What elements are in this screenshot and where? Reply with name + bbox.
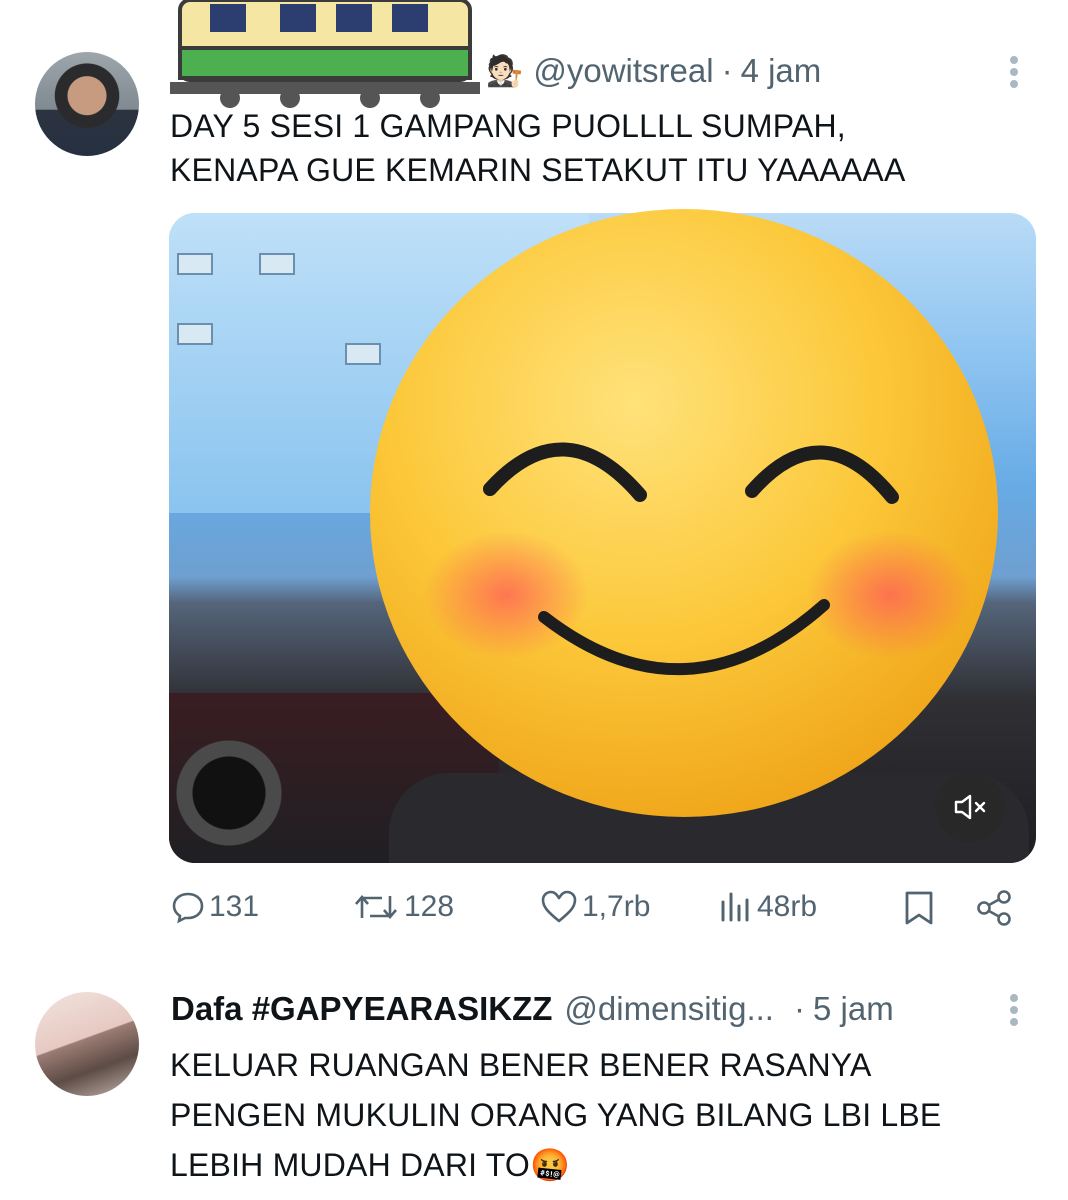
tweet-header: 🧑🏻‍⚖️ @yowitsreal · 4 jam <box>486 52 821 90</box>
reply-button[interactable]: 131 <box>171 890 259 924</box>
smiling-face-emoji <box>370 209 998 817</box>
views-button[interactable]: 48rb <box>719 890 817 924</box>
name-emojis: 🧑🏻‍⚖️ <box>486 54 524 88</box>
retweet-button[interactable]: 128 <box>352 890 454 924</box>
tweet-text-line: DAY 5 SESI 1 GAMPANG PUOLLLL SUMPAH, <box>170 108 846 144</box>
separator: · <box>793 990 805 1027</box>
reply-count: 131 <box>209 890 260 923</box>
tweet-header: Dafa #GAPYEARASIKZZ @dimensitig... · 5 j… <box>171 990 894 1028</box>
tweet-text: KELUAR RUANGAN BENER BENER RASANYA PENGE… <box>170 1040 941 1190</box>
tweet-text-line: KELUAR RUANGAN BENER BENER RASANYA <box>170 1047 872 1083</box>
handle[interactable]: @dimensitig... <box>564 990 774 1028</box>
angry-face-emoji: 🤬 <box>530 1147 571 1183</box>
tweet-text-line: PENGEN MUKULIN ORANG YANG BILANG LBI LBE <box>170 1097 942 1133</box>
timestamp[interactable]: 4 jam <box>741 52 822 90</box>
like-count: 1,7rb <box>582 890 651 923</box>
retweet-count: 128 <box>404 890 455 923</box>
retweet-arrows-icon <box>355 895 397 919</box>
heart-icon <box>541 890 577 923</box>
avatar[interactable] <box>35 52 139 156</box>
muted-speaker-icon[interactable] <box>935 772 1005 842</box>
speech-bubble-icon <box>172 892 204 924</box>
bookmark-button[interactable] <box>903 890 935 931</box>
handle[interactable]: @yowitsreal <box>533 52 713 90</box>
tweet-text-line: LEBIH MUDAH DARI TO <box>170 1147 531 1183</box>
share-nodes-icon <box>977 890 1011 926</box>
more-options-icon[interactable] <box>1009 994 1019 1026</box>
tweet-actions: 131 128 1,7rb 48rb <box>0 890 1068 940</box>
bookmark-icon <box>905 891 933 925</box>
view-count: 48rb <box>757 890 818 923</box>
timestamp[interactable]: 5 jam <box>813 990 894 1028</box>
like-button[interactable]: 1,7rb <box>540 890 650 924</box>
tweet-text-line: KENAPA GUE KEMARIN SETAKUT ITU YAAAAAA <box>170 152 906 188</box>
share-button[interactable] <box>976 890 1014 931</box>
separator: · <box>721 52 733 89</box>
avatar[interactable] <box>35 992 139 1096</box>
train-sticker <box>170 0 480 108</box>
tweet-text: DAY 5 SESI 1 GAMPANG PUOLLLL SUMPAH, KEN… <box>170 104 906 192</box>
more-options-icon[interactable] <box>1009 56 1019 88</box>
bar-chart-icon <box>721 892 749 922</box>
display-name[interactable]: Dafa #GAPYEARASIKZZ <box>171 990 552 1028</box>
